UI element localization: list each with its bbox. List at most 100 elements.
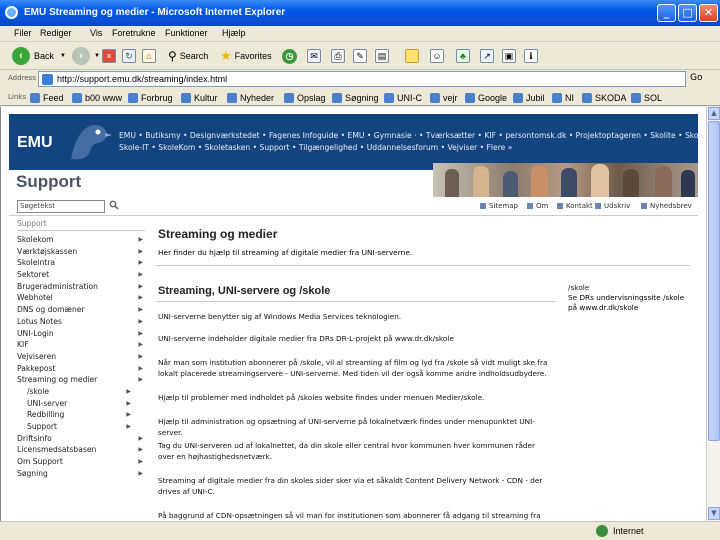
search-label: Search <box>179 51 209 61</box>
history-button[interactable]: ◷ <box>282 46 297 66</box>
refresh-icon: ↻ <box>122 49 136 63</box>
sidebar-item-label: Om Support <box>17 457 63 467</box>
menu-help[interactable]: Hjælp <box>222 28 246 38</box>
maximize-button[interactable]: □ <box>678 4 697 22</box>
minimize-button[interactable]: _ <box>657 4 676 22</box>
security-zone: Internet <box>596 525 644 537</box>
sidebar-item[interactable]: Support ▶ <box>17 421 145 433</box>
back-button[interactable]: ‹ Back ▼ <box>12 46 66 66</box>
scroll-down-arrow-icon[interactable]: ▼ <box>708 507 720 520</box>
chevron-right-icon: ▶ <box>126 387 131 395</box>
link-item[interactable]: NI <box>552 91 574 104</box>
mail-button[interactable]: ✉ <box>307 46 321 66</box>
sidebar-item[interactable]: Vejviseren ▶ <box>17 351 145 363</box>
scrollbar-thumb[interactable] <box>708 121 720 441</box>
sidebar-item-label: Driftsinfo <box>17 433 52 443</box>
sidebar-item[interactable]: Søgning ▶ <box>17 468 145 480</box>
search-button[interactable]: ⚲ Search <box>168 46 208 66</box>
sitemap-link[interactable]: Sitemap <box>480 202 518 210</box>
sidebar-item[interactable]: Skolekom ▶ <box>17 234 145 246</box>
newsletter-link[interactable]: Nyhedsbrev <box>641 202 692 210</box>
favorites-button[interactable]: ★ Favorites <box>220 46 272 66</box>
sidebar-item[interactable]: UNI-Login ▶ <box>17 328 145 340</box>
research-button[interactable]: ℹ <box>524 46 538 66</box>
go-button[interactable]: Go <box>690 73 702 83</box>
link-icon <box>128 92 138 103</box>
site-nav-line2[interactable]: Skole-IT • SkoleKom • Skoletasken • Supp… <box>119 143 512 152</box>
sidebar-item[interactable]: Om Support ▶ <box>17 456 145 468</box>
site-search-input[interactable]: Søgetekst <box>17 200 105 213</box>
sidebar-item-label: Vejviseren <box>17 351 57 361</box>
link-item[interactable]: SOL <box>631 91 662 104</box>
discuss-button[interactable]: ▤ <box>375 46 389 66</box>
menu-edit[interactable]: Rediger <box>40 28 72 38</box>
sidebar-item[interactable]: KIF ▶ <box>17 339 145 351</box>
menu-favorites[interactable]: Foretrukne <box>112 28 156 38</box>
sidebar-item[interactable]: Brugeradministration ▶ <box>17 281 145 293</box>
vertical-scrollbar[interactable]: ▲ ▼ <box>706 107 720 521</box>
site-logo[interactable]: EMU <box>17 134 53 152</box>
refresh-button[interactable]: ↻ <box>122 46 136 66</box>
star-icon: ★ <box>220 48 232 63</box>
sidebar-item[interactable]: Driftsinfo ▶ <box>17 433 145 445</box>
link-icon <box>30 92 40 103</box>
sidebar-item[interactable]: UNI-server ▶ <box>17 398 145 410</box>
sidebar-item[interactable]: DNS og domæner ▶ <box>17 304 145 316</box>
sidebar-item[interactable]: Pakkepost ▶ <box>17 363 145 375</box>
about-link[interactable]: Om <box>527 202 548 210</box>
sidebar-item[interactable]: /skole ▶ <box>17 386 145 398</box>
link-item[interactable]: SKODA <box>582 91 627 104</box>
forward-arrow-icon: › <box>72 47 90 65</box>
link-item[interactable]: Feed <box>30 91 64 104</box>
sidebar-item[interactable]: Værktøjskassen ▶ <box>17 246 145 258</box>
link-item[interactable]: vejr <box>430 91 458 104</box>
chevron-right-icon: ▶ <box>138 341 143 349</box>
folder-button[interactable] <box>405 46 419 66</box>
print-button[interactable]: ⎙ <box>331 46 345 66</box>
aside-text[interactable]: Se DRs undervisningssite /skole på www.d… <box>568 293 694 313</box>
status-bar: Internet <box>0 521 720 540</box>
link-item[interactable]: Kultur <box>181 91 218 104</box>
forward-button[interactable]: › ▼ <box>72 46 100 66</box>
link-item[interactable]: Søgning <box>332 91 379 104</box>
sidebar-item[interactable]: Webhotel ▶ <box>17 292 145 304</box>
link-item[interactable]: Google <box>465 91 507 104</box>
sidebar-item[interactable]: Lotus Notes ▶ <box>17 316 145 328</box>
sidebar-item[interactable]: Sektoret ▶ <box>17 269 145 281</box>
home-button[interactable]: ⌂ <box>142 46 156 66</box>
window-button[interactable]: ▣ <box>502 46 516 66</box>
back-arrow-icon: ‹ <box>12 47 30 65</box>
site-nav-line1[interactable]: EMU • Butiksmy • Designværkstedet • Fage… <box>119 131 706 140</box>
edit-button[interactable]: ✎ <box>353 46 367 66</box>
chevron-right-icon: ▶ <box>138 434 143 442</box>
sidebar-item[interactable]: Skoleintra ▶ <box>17 257 145 269</box>
link-item[interactable]: Nyheder <box>227 91 274 104</box>
link-item[interactable]: Forbrug <box>128 91 173 104</box>
contact-link[interactable]: Kontakt <box>557 202 593 210</box>
messenger-icon: ☺ <box>430 49 444 63</box>
menu-file[interactable]: Filer <box>14 28 32 38</box>
link-item[interactable]: b00 www <box>72 91 122 104</box>
search-icon[interactable] <box>109 200 119 210</box>
close-button[interactable]: ✕ <box>699 4 718 22</box>
link-icon <box>227 92 237 103</box>
link-item[interactable]: Opslag <box>284 91 326 104</box>
chevron-right-icon: ▶ <box>138 458 143 466</box>
link-item[interactable]: Jubil <box>513 91 545 104</box>
menu-view[interactable]: Vis <box>90 28 102 38</box>
sidebar-item[interactable]: Redbilling ▶ <box>17 409 145 421</box>
print-link[interactable]: Udskriv <box>595 202 630 210</box>
address-input[interactable]: http://support.emu.dk/streaming/index.ht… <box>38 71 686 87</box>
sidebar-item[interactable]: Streaming og medier ▶ <box>17 374 145 386</box>
folder-icon <box>405 49 419 63</box>
sidebar-item[interactable]: Licensmedsatsbasen ▶ <box>17 444 145 456</box>
chart-button[interactable]: ↗ <box>480 46 494 66</box>
tool-button[interactable]: ♣ <box>456 46 470 66</box>
divider <box>156 301 556 302</box>
aside-title[interactable]: /skole <box>568 283 694 293</box>
stop-button[interactable]: × <box>102 46 116 66</box>
link-item[interactable]: UNI-C <box>384 91 422 104</box>
menu-tools[interactable]: Funktioner <box>165 28 208 38</box>
messenger-button[interactable]: ☺ <box>430 46 444 66</box>
scroll-up-arrow-icon[interactable]: ▲ <box>708 107 720 120</box>
